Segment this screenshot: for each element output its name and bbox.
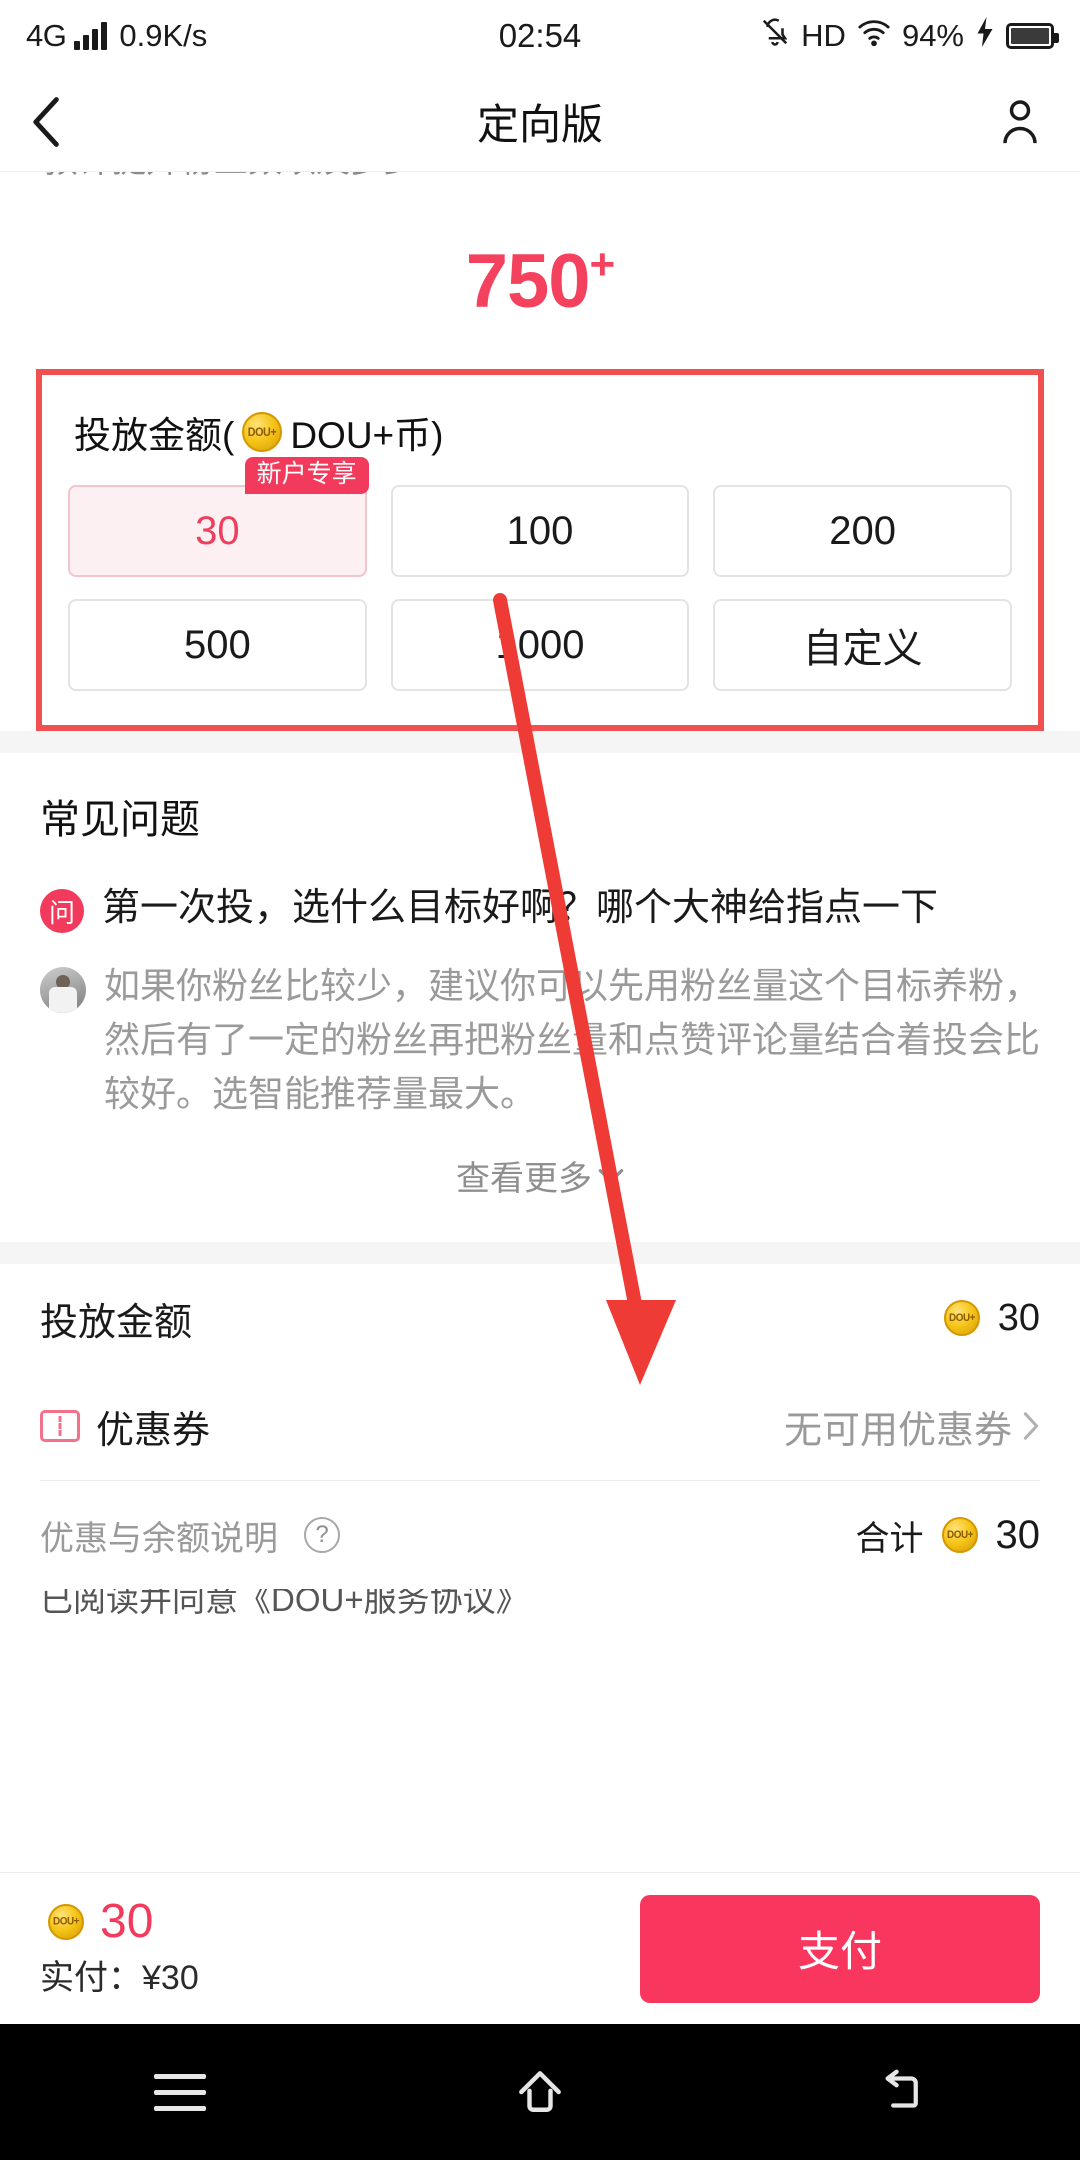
amount-option-label: 200 (829, 508, 897, 553)
wifi-icon (857, 17, 891, 55)
page-title: 定向版 (476, 101, 603, 148)
amount-option-label: 1000 (495, 622, 585, 667)
battery-percent-label: 94% (901, 18, 964, 53)
dou-coin-icon (943, 1300, 980, 1336)
app-header: 定向版 (0, 72, 1080, 172)
estimate-plus: + (589, 240, 616, 289)
network-type-label: 4G (26, 18, 67, 53)
total-group: 合计 30 (856, 1511, 1041, 1560)
faq-section: 常见问题 问 第一次投，选什么目标好啊？哪个大神给指点一下 如果你粉丝比较少，建… (0, 753, 1080, 1242)
status-bar-right: HD 94% (760, 16, 1059, 56)
total-label: 合计 (855, 1519, 924, 1558)
agreement-text: 已阅读并同意《DOU+服务协议》 (40, 1589, 529, 1618)
dou-coin-icon (48, 1904, 84, 1940)
amount-option-100[interactable]: 100 (390, 485, 690, 577)
nav-menu-button[interactable] (125, 2047, 235, 2137)
bell-off-icon (760, 16, 790, 56)
menu-icon (154, 2073, 206, 2111)
chevron-down-icon (598, 1168, 624, 1183)
android-nav-bar (0, 2024, 1080, 2160)
pay-button-label: 支付 (797, 1928, 882, 1975)
bottom-pay-bar: 30 实付：¥30 支付 (0, 1872, 1080, 2024)
charging-bolt-icon (975, 17, 995, 55)
avatar (40, 967, 86, 1013)
amount-option-500[interactable]: 500 (68, 599, 367, 691)
faq-question-text: 第一次投，选什么目标好啊？哪个大神给指点一下 (102, 887, 939, 929)
dou-coin-icon (242, 412, 283, 452)
section-divider-2 (0, 1242, 1080, 1264)
faq-answer-text: 如果你粉丝比较少，建议你可以先用粉丝量这个目标养粉，然后有了一定的粉丝再把粉丝量… (104, 965, 1041, 1114)
coupon-value: 无可用优惠券 (783, 1409, 1012, 1452)
back-button[interactable] (30, 92, 90, 152)
section-divider (0, 731, 1080, 753)
coupon-label: 优惠券 (96, 1409, 211, 1452)
help-icon[interactable]: ? (304, 1517, 340, 1553)
coupon-value-group: 无可用优惠券 (784, 1399, 1040, 1454)
battery-icon (1006, 23, 1059, 49)
bottom-coin-amount: 30 (40, 1898, 199, 1946)
summary-amount-value: 30 (936, 1297, 1040, 1340)
bottom-price-group: 30 实付：¥30 (40, 1898, 199, 1999)
back-arrow-icon (885, 2069, 918, 2108)
summary-amount-number: 30 (997, 1296, 1040, 1339)
new-user-badge: 新户专享 (244, 457, 369, 494)
status-bar-left: 4G 0.9K/s (26, 18, 207, 54)
real-pay-label: 实付：¥30 (40, 1959, 199, 1997)
balance-note-group[interactable]: 优惠与余额说明 ? (40, 1511, 340, 1560)
agreement-line[interactable]: 已阅读并同意《DOU+服务协议》 (0, 1589, 1080, 1625)
summary-row-coupon[interactable]: 优惠券 无可用优惠券 (40, 1372, 1040, 1480)
network-speed-label: 0.9K/s (119, 18, 208, 53)
total-value: 30 (995, 1512, 1041, 1557)
amount-option-label: 500 (183, 622, 251, 667)
dou-coin-icon (941, 1517, 978, 1553)
amount-option-label: 自定义 (802, 627, 923, 671)
estimate-block: 750+ (0, 212, 1080, 369)
pay-button[interactable]: 支付 (640, 1894, 1040, 2003)
balance-note-label: 优惠与余额说明 (40, 1519, 278, 1558)
amount-option-label: 30 (195, 508, 240, 553)
amount-option-label: 100 (506, 508, 574, 553)
chevron-right-icon (1023, 1412, 1039, 1440)
amount-option-grid: 新户专享 30 100 200 500 1000 自定义 (68, 457, 1012, 691)
coupon-label-group: 优惠券 (40, 1399, 210, 1454)
clipped-estimate-caption: 预计提升粉丝数以及多少 (0, 172, 1080, 212)
estimate-value: 750+ (465, 239, 616, 324)
hd-label: HD (801, 18, 846, 53)
summary-amount-label: 投放金额 (40, 1301, 193, 1344)
see-more-button[interactable]: 查看更多 (40, 1121, 1040, 1234)
nav-home-button[interactable] (485, 2047, 595, 2137)
amount-label-suffix: DOU+币) (290, 415, 444, 456)
faq-answer-row: 如果你粉丝比较少，建议你可以先用粉丝量这个目标养粉，然后有了一定的粉丝再把粉丝量… (40, 959, 1040, 1121)
summary-row-amount: 投放金额 30 (40, 1264, 1040, 1372)
account-button[interactable] (990, 92, 1050, 152)
question-badge-icon: 问 (40, 889, 84, 933)
page-content: 预计提升粉丝数以及多少 750+ 投放金额( DOU+币) 新户专享 30 10… (0, 172, 1080, 1625)
amount-section-label: 投放金额( DOU+币) (74, 405, 1012, 459)
amount-option-custom[interactable]: 自定义 (713, 599, 1012, 691)
summary-row-total: 优惠与余额说明 ? 合计 30 (40, 1481, 1040, 1589)
faq-title: 常见问题 (40, 798, 200, 842)
amount-option-1000[interactable]: 1000 (390, 599, 690, 691)
phone-screen: 4G 0.9K/s 02:54 HD 94% 定向版 750+ 投放金额(DO… (0, 0, 1080, 2160)
amount-selection-card: 投放金额( DOU+币) 新户专享 30 100 200 500 (36, 369, 1044, 731)
status-bar: 4G 0.9K/s 02:54 HD 94% (0, 0, 1080, 72)
amount-option-200[interactable]: 200 (713, 485, 1012, 577)
ticket-icon (40, 1410, 80, 1442)
faq-question-row[interactable]: 问 第一次投，选什么目标好啊？哪个大神给指点一下 (40, 885, 1040, 933)
order-summary: 投放金额 30 优惠券 无可用优惠券 (0, 1264, 1080, 1589)
signal-bars-icon (74, 22, 108, 50)
see-more-label: 查看更多 (456, 1160, 592, 1198)
amount-label-prefix: 投放金额( (74, 415, 235, 456)
amount-option-30[interactable]: 新户专享 30 (68, 457, 369, 577)
home-icon (519, 2071, 561, 2112)
bottom-coin-number: 30 (100, 1895, 154, 1948)
nav-back-button[interactable] (845, 2047, 955, 2137)
